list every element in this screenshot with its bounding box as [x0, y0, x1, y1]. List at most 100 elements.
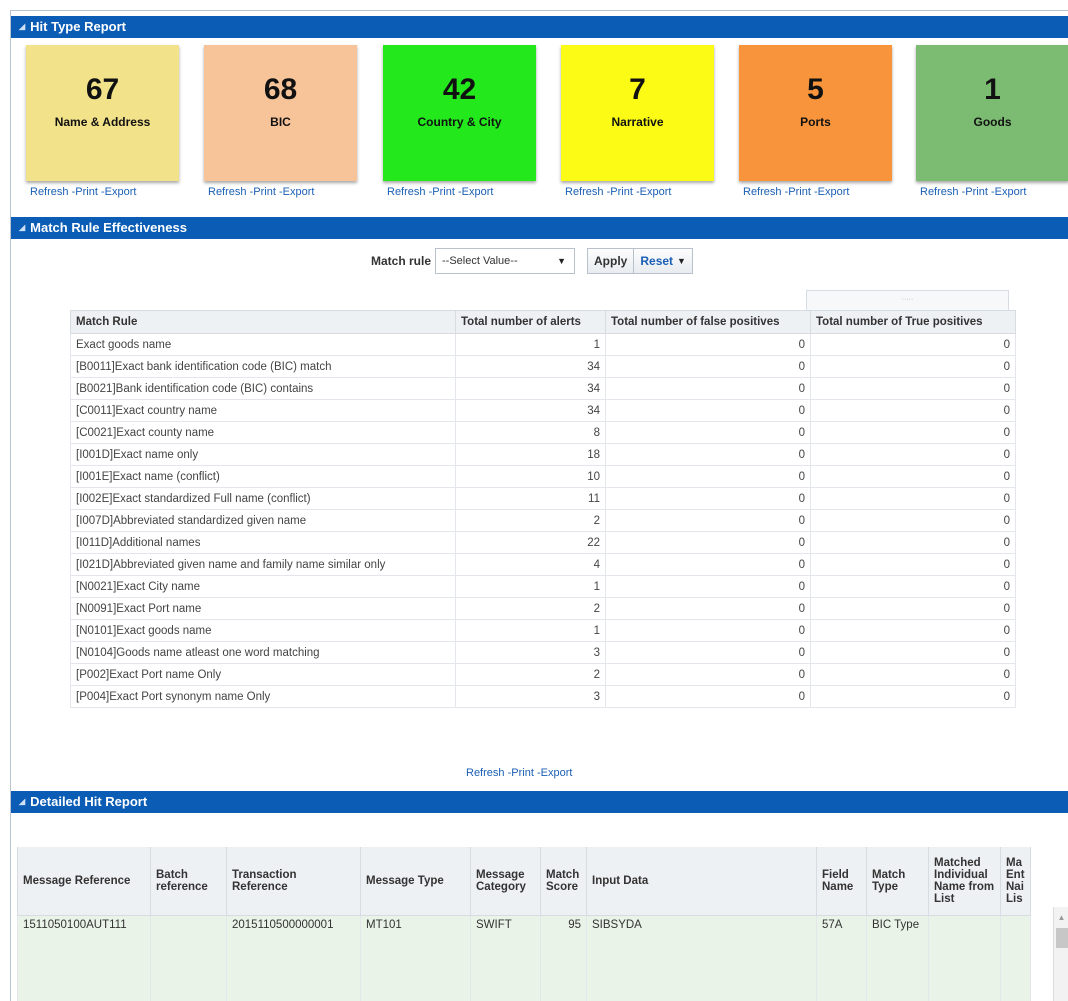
table-cell: MT101: [360, 915, 471, 1001]
table-row[interactable]: [I001E]Exact name (conflict) 10 0 0: [70, 465, 1016, 488]
table-cell: 0: [810, 487, 1016, 510]
column-header[interactable]: Field Name: [816, 847, 867, 916]
table-row[interactable]: [B0021]Bank identification code (BIC) co…: [70, 377, 1016, 400]
table-cell: 3: [455, 685, 606, 708]
print-link[interactable]: Print: [511, 767, 534, 779]
print-link[interactable]: Print: [253, 186, 276, 198]
detailed-hit-report-header[interactable]: ◢ Detailed Hit Report: [11, 791, 1068, 813]
match-rule-select[interactable]: --Select Value-- ▼: [435, 248, 576, 274]
match-rule-filter: Match rule --Select Value-- ▼ Apply Rese…: [371, 248, 693, 274]
print-link[interactable]: Print: [75, 186, 98, 198]
refresh-link[interactable]: Refresh: [466, 767, 505, 779]
refresh-link[interactable]: Refresh: [30, 186, 69, 198]
table-cell: 2: [455, 597, 606, 620]
table-cell: [P004]Exact Port synonym name Only: [70, 685, 456, 708]
table-row[interactable]: [C0021]Exact county name 8 0 0: [70, 421, 1016, 444]
match-rule-label: Match rule: [371, 254, 432, 268]
column-header[interactable]: Batch reference: [150, 847, 227, 916]
refresh-link[interactable]: Refresh: [743, 186, 782, 198]
table-cell: 0: [810, 597, 1016, 620]
collapse-triangle-icon[interactable]: ◢: [19, 16, 25, 38]
table-row[interactable]: Exact goods name 1 0 0: [70, 333, 1016, 356]
table-cell: [150, 915, 227, 1001]
table-row[interactable]: [B0011]Exact bank identification code (B…: [70, 355, 1016, 378]
apply-button[interactable]: Apply: [587, 248, 635, 274]
table-row[interactable]: [I001D]Exact name only 18 0 0: [70, 443, 1016, 466]
export-link[interactable]: Export: [818, 186, 850, 198]
detailed-hit-table: Message Reference Batch reference Transact…: [17, 847, 1031, 1001]
collapse-triangle-icon[interactable]: ◢: [19, 217, 25, 239]
table-row[interactable]: [P004]Exact Port synonym name Only 3 0 0: [70, 685, 1016, 708]
print-link[interactable]: Print: [610, 186, 633, 198]
column-resize-handle[interactable]: ·····: [806, 290, 1009, 310]
table-cell: [I011D]Additional names: [70, 531, 456, 554]
table-cell: [I001E]Exact name (conflict): [70, 465, 456, 488]
table-row[interactable]: [I002E]Exact standardized Full name (con…: [70, 487, 1016, 510]
column-header[interactable]: Match Type: [866, 847, 929, 916]
print-link[interactable]: Print: [788, 186, 811, 198]
table-cell: [N0104]Goods name atleast one word match…: [70, 641, 456, 664]
table-row[interactable]: [I007D]Abbreviated standardized given na…: [70, 509, 1016, 532]
table-cell: 0: [810, 685, 1016, 708]
export-link[interactable]: Export: [105, 186, 137, 198]
table-cell: SWIFT: [470, 915, 541, 1001]
hit-type-tile[interactable]: 7 Narrative: [561, 45, 714, 181]
select-value: --Select Value--: [442, 255, 518, 267]
table-cell: 18: [455, 443, 606, 466]
reset-button[interactable]: Reset ▼: [634, 248, 693, 274]
column-header[interactable]: Message Type: [360, 847, 471, 916]
export-link[interactable]: Export: [995, 186, 1027, 198]
table-cell: 0: [810, 465, 1016, 488]
table-row[interactable]: [N0021]Exact City name 1 0 0: [70, 575, 1016, 598]
print-link[interactable]: Print: [965, 186, 988, 198]
export-link[interactable]: Export: [283, 186, 315, 198]
export-link[interactable]: Export: [640, 186, 672, 198]
hit-type-tile[interactable]: 1 Goods: [916, 45, 1068, 181]
table-cell: 0: [810, 641, 1016, 664]
table-cell: 10: [455, 465, 606, 488]
column-header[interactable]: Total number of True positives: [810, 310, 1016, 334]
refresh-link[interactable]: Refresh: [208, 186, 247, 198]
table-cell: 0: [605, 355, 811, 378]
table-cell: 0: [605, 509, 811, 532]
column-header[interactable]: Match Score: [540, 847, 587, 916]
hit-type-tile[interactable]: 5 Ports: [739, 45, 892, 181]
table-row[interactable]: [N0091]Exact Port name 2 0 0: [70, 597, 1016, 620]
table-cell: 34: [455, 377, 606, 400]
hit-type-tile[interactable]: 42 Country & City: [383, 45, 536, 181]
hit-type-tile[interactable]: 68 BIC: [204, 45, 357, 181]
export-link[interactable]: Export: [462, 186, 494, 198]
table-row[interactable]: [N0101]Exact goods name 1 0 0: [70, 619, 1016, 642]
hit-type-report-header[interactable]: ◢ Hit Type Report: [11, 16, 1068, 38]
export-link[interactable]: Export: [541, 767, 573, 779]
collapse-triangle-icon[interactable]: ◢: [19, 791, 25, 813]
table-row[interactable]: [I021D]Abbreviated given name and family…: [70, 553, 1016, 576]
refresh-link[interactable]: Refresh: [387, 186, 426, 198]
table-cell: 0: [810, 619, 1016, 642]
table-row[interactable]: 1511050100AUT111 2015110500000001 MT101 SWI…: [17, 915, 1031, 1001]
table-cell: 2015110500000001: [226, 915, 361, 1001]
column-header[interactable]: Total number of alerts: [455, 310, 606, 334]
column-header[interactable]: Input Data: [586, 847, 817, 916]
tile-links: Refresh -Print -Export: [565, 186, 671, 198]
column-header[interactable]: Matched Individual Name from List: [928, 847, 1001, 916]
vertical-scrollbar[interactable]: ▲: [1053, 907, 1068, 1001]
match-rule-effectiveness-header[interactable]: ◢ Match Rule Effectiveness: [11, 217, 1068, 239]
refresh-link[interactable]: Refresh: [565, 186, 604, 198]
column-header[interactable]: Message Category: [470, 847, 541, 916]
print-link[interactable]: Print: [432, 186, 455, 198]
hit-type-tile[interactable]: 67 Name & Address: [26, 45, 179, 181]
table-row[interactable]: [C0011]Exact country name 34 0 0: [70, 399, 1016, 422]
scroll-thumb[interactable]: [1055, 928, 1068, 948]
column-header[interactable]: Transaction Reference: [226, 847, 361, 916]
table-cell: 22: [455, 531, 606, 554]
column-header[interactable]: Match Rule: [70, 310, 456, 334]
table-row[interactable]: [I011D]Additional names 22 0 0: [70, 531, 1016, 554]
column-header[interactable]: Message Reference: [17, 847, 151, 916]
table-row[interactable]: [P002]Exact Port name Only 2 0 0: [70, 663, 1016, 686]
table-row[interactable]: [N0104]Goods name atleast one word match…: [70, 641, 1016, 664]
column-header[interactable]: Total number of false positives: [605, 310, 811, 334]
scroll-up-icon[interactable]: ▲: [1054, 913, 1068, 922]
column-header[interactable]: Ma Ent Nai Lis: [1000, 847, 1031, 916]
refresh-link[interactable]: Refresh: [920, 186, 959, 198]
